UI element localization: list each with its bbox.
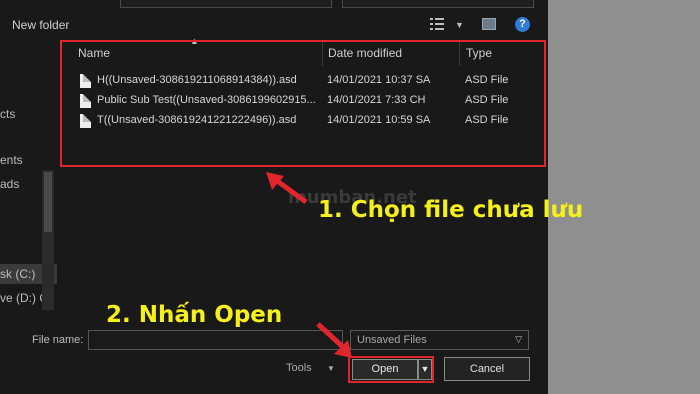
search-box[interactable] — [342, 0, 534, 8]
file-type-select[interactable]: Unsaved Files ▽ — [350, 330, 529, 350]
tools-button[interactable]: Tools — [286, 362, 312, 374]
step-2-caption: 2. Nhấn Open — [106, 302, 283, 328]
nav-scrollbar-thumb[interactable] — [44, 172, 52, 232]
open-button-highlight — [348, 356, 434, 383]
arrow-icon — [316, 322, 352, 358]
file-list-highlight — [60, 40, 546, 167]
nav-item-documents-2[interactable]: ents — [0, 153, 23, 167]
arrow-icon — [266, 172, 308, 205]
cancel-button[interactable]: Cancel — [444, 357, 530, 381]
nav-item-label: sk (C:) — [0, 267, 36, 281]
preview-pane-icon[interactable] — [482, 18, 496, 30]
help-icon[interactable]: ? — [515, 17, 530, 32]
file-name-input[interactable] — [88, 330, 343, 350]
chevron-down-icon[interactable]: ▼ — [327, 364, 335, 373]
chevron-down-icon[interactable]: ▼ — [455, 20, 464, 30]
nav-item-downloads[interactable]: ads — [0, 177, 19, 191]
file-name-label: File name: — [32, 334, 84, 346]
step-1-caption: 1. Chọn file chưa lưu — [318, 197, 584, 223]
nav-item-documents[interactable]: cts — [0, 107, 15, 121]
view-options-icon[interactable] — [430, 18, 444, 30]
address-bar[interactable] — [120, 0, 332, 8]
file-type-value: Unsaved Files — [357, 334, 427, 346]
chevron-down-icon: ▽ — [515, 334, 522, 344]
new-folder-button[interactable]: New folder — [12, 18, 69, 32]
